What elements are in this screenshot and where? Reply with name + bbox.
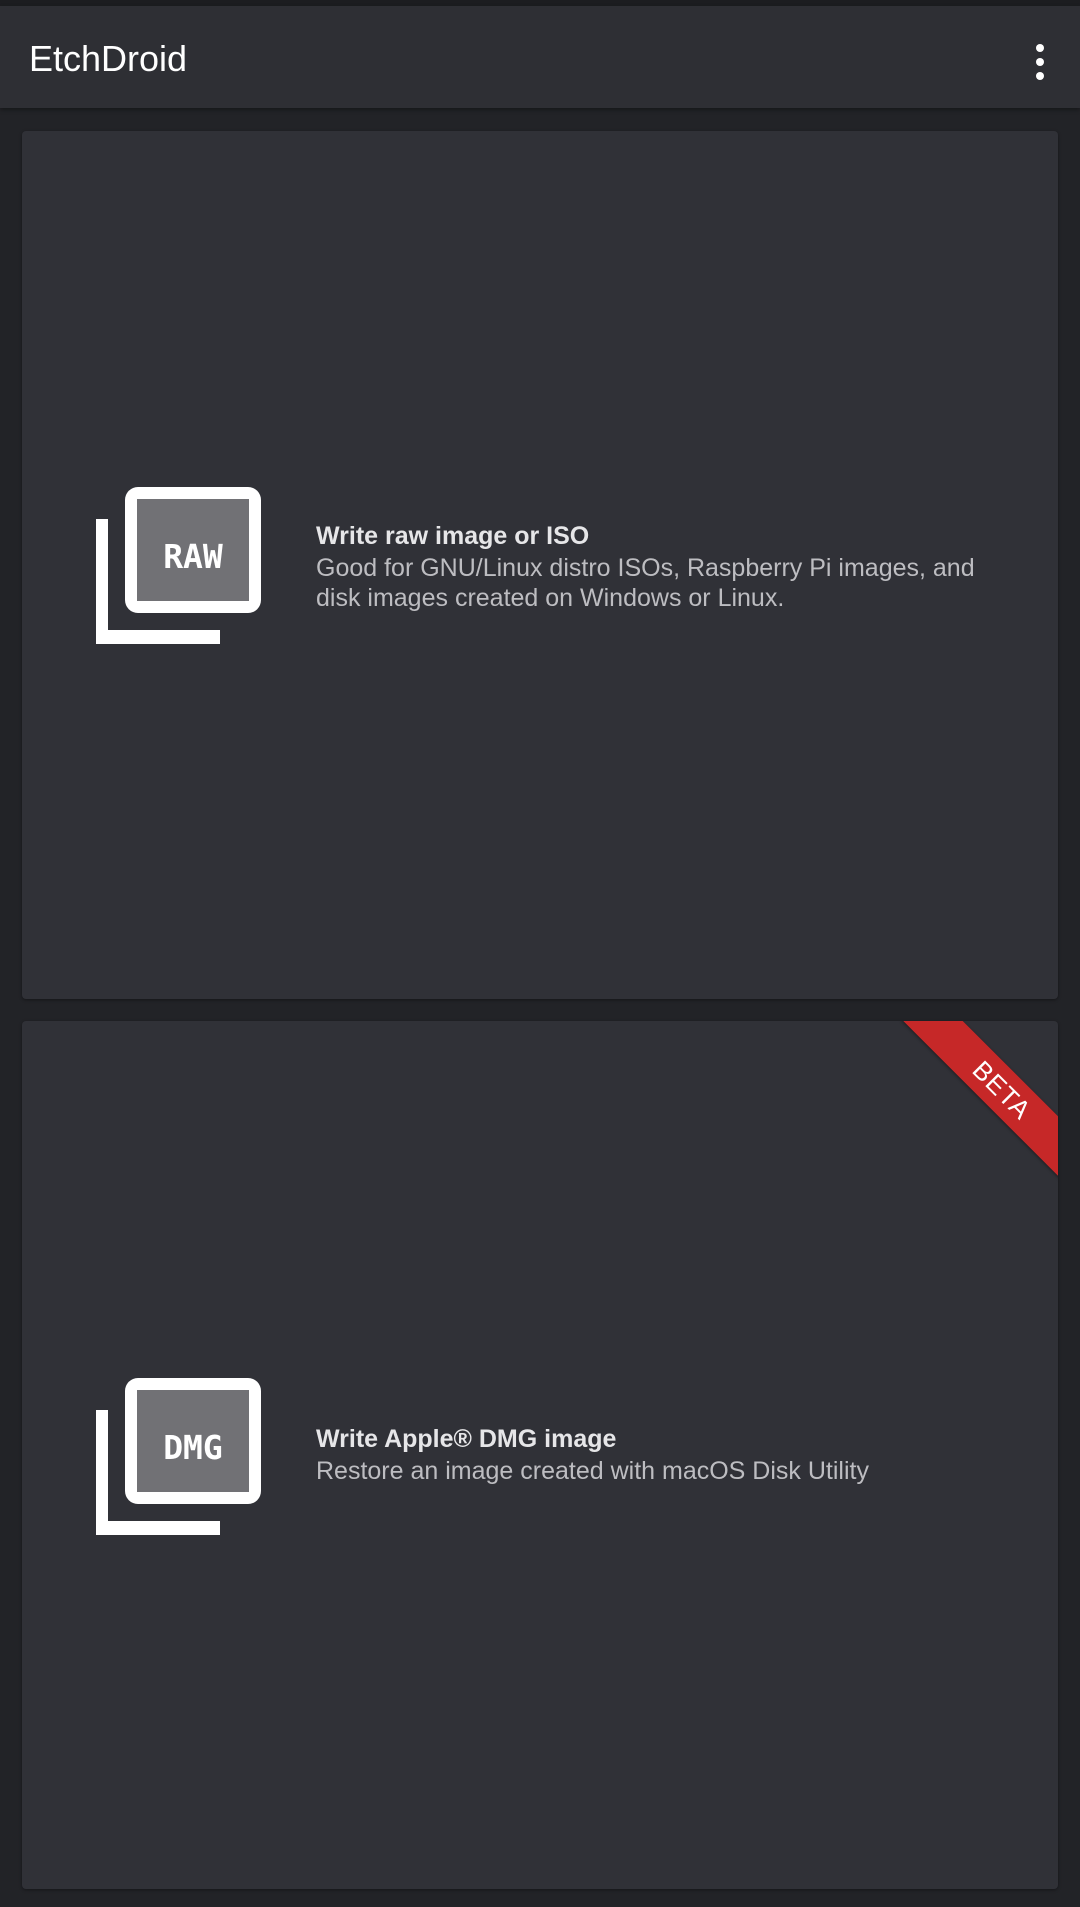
more-options-button[interactable] <box>1010 32 1070 92</box>
write-raw-image-card[interactable]: RAW Write raw image or ISO Good for GNU/… <box>22 131 1058 999</box>
app-title: EtchDroid <box>29 38 188 79</box>
card-title: Write raw image or ISO <box>316 522 590 550</box>
raw-image-icon: RAW <box>96 487 261 644</box>
card-text: Write raw image or ISO Good for GNU/Linu… <box>316 520 1016 613</box>
card-title: Write Apple® DMG image <box>316 1425 617 1453</box>
write-dmg-image-card[interactable]: DMG Write Apple® DMG image Restore an im… <box>22 1021 1058 1889</box>
card-description: Good for GNU/Linux distro ISOs, Raspberr… <box>316 554 975 612</box>
app-bar: EtchDroid <box>0 6 1080 108</box>
dmg-icon-label: DMG <box>163 1428 223 1467</box>
beta-badge: BETA <box>902 1021 1058 1190</box>
raw-icon-label: RAW <box>163 537 223 576</box>
card-description: Restore an image created with macOS Disk… <box>316 1457 869 1485</box>
card-text: Write Apple® DMG image Restore an image … <box>316 1423 1016 1486</box>
more-vert-icon <box>1036 44 1044 52</box>
dmg-image-icon: DMG <box>96 1378 261 1535</box>
